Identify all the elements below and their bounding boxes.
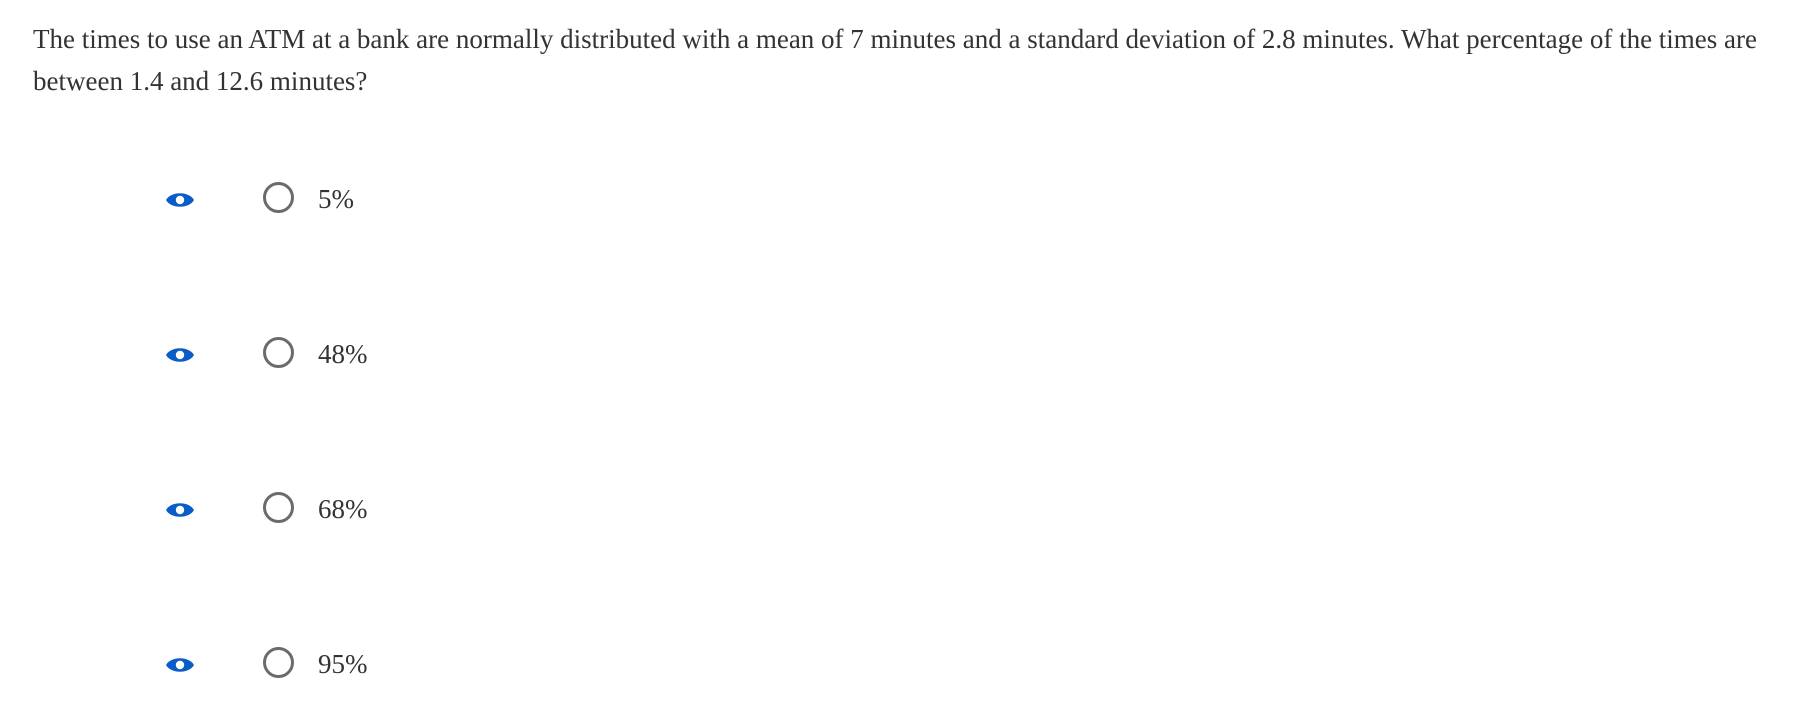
answer-options: 5% 48% 68% 95% <box>0 0 1802 710</box>
answer-option-3: 68% <box>0 480 1802 540</box>
answer-radio-3[interactable] <box>263 492 294 523</box>
answer-label-1[interactable]: 5% <box>318 182 354 216</box>
answer-label-3[interactable]: 68% <box>318 492 368 526</box>
answer-option-4: 95% <box>0 635 1802 695</box>
answer-label-2[interactable]: 48% <box>318 337 368 371</box>
answer-option-1: 5% <box>0 170 1802 230</box>
eye-icon[interactable] <box>165 343 195 367</box>
answer-radio-1[interactable] <box>263 182 294 213</box>
answer-label-4[interactable]: 95% <box>318 647 368 681</box>
answer-radio-2[interactable] <box>263 337 294 368</box>
eye-icon[interactable] <box>165 653 195 677</box>
eye-icon[interactable] <box>165 498 195 522</box>
answer-option-2: 48% <box>0 325 1802 385</box>
eye-icon[interactable] <box>165 188 195 212</box>
answer-radio-4[interactable] <box>263 647 294 678</box>
